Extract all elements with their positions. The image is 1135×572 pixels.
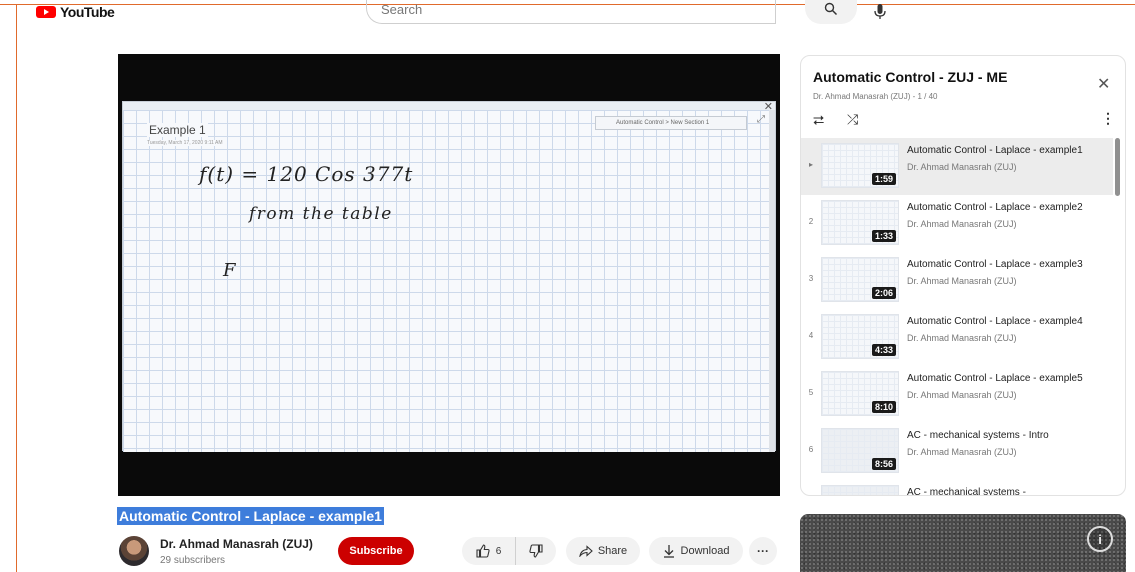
playlist-item-text: Automatic Control - Laplace - example1 D…	[907, 143, 1103, 175]
close-icon: ✕	[763, 101, 773, 113]
window-border-left	[16, 4, 17, 572]
subscriber-count: 29 subscribers	[160, 555, 226, 566]
ad-thumbnail[interactable]	[800, 514, 1126, 572]
video-player[interactable]: ✕ Example 1 Tuesday, March 17, 2020 9:11…	[118, 54, 780, 496]
playlist-panel: Automatic Control - ZUJ - ME Dr. Ahmad M…	[800, 55, 1126, 496]
youtube-page: YouTube Search ✕ Example 1 Tuesday, Marc…	[0, 0, 1135, 572]
playlist-item-channel: Dr. Ahmad Manasrah (ZUJ)	[907, 390, 1017, 400]
playlist-item-title: Automatic Control - Laplace - example5	[907, 373, 1083, 384]
like-dislike-group: 6	[462, 537, 556, 565]
loop-icon[interactable]: ⮂	[813, 112, 824, 129]
playlist-item-title: Automatic Control - Laplace - example2	[907, 202, 1083, 213]
playlist-index: 3	[808, 274, 814, 283]
playlist-item-channel: Dr. Ahmad Manasrah (ZUJ)	[907, 162, 1017, 172]
more-vert-icon[interactable]: ⋮	[1101, 110, 1115, 127]
playlist-item-title: Automatic Control - Laplace - example4	[907, 316, 1083, 327]
playlist-item-text: Automatic Control - Laplace - example3 D…	[907, 257, 1103, 289]
playlist-scrollbar[interactable]	[1115, 138, 1120, 196]
channel-name[interactable]: Dr. Ahmad Manasrah (ZUJ)	[160, 537, 313, 551]
duration-badge: 2:06	[871, 287, 896, 299]
note-date: Tuesday, March 17, 2020 9:11 AM	[147, 140, 223, 146]
handwriting-note: from the table	[249, 204, 393, 224]
playlist-item-channel: Dr. Ahmad Manasrah (ZUJ)	[907, 333, 1017, 343]
playlist-index: ▸	[808, 160, 813, 169]
info-icon[interactable]: i	[1087, 526, 1113, 552]
playlist-item-title: AC - mechanical systems -	[907, 487, 1026, 496]
thumb-down-icon	[529, 544, 543, 558]
more-actions-button[interactable]: ···	[749, 537, 777, 565]
dislike-button[interactable]	[516, 537, 556, 565]
duration-badge: 1:33	[871, 230, 896, 242]
playlist-item-channel: Dr. Ahmad Manasrah (ZUJ)	[907, 219, 1017, 229]
mic-icon	[874, 4, 886, 19]
download-button[interactable]: Download	[649, 537, 743, 565]
playlist-item-text: Automatic Control - Laplace - example4 D…	[907, 314, 1103, 346]
playlist-item-channel: Dr. Ahmad Manasrah (ZUJ)	[907, 447, 1017, 457]
playlist-item-channel: Dr. Ahmad Manasrah (ZUJ)	[907, 276, 1017, 286]
logo-text: YouTube	[60, 4, 115, 20]
search-icon	[824, 2, 838, 16]
video-thumbnail: 1:33	[821, 200, 899, 245]
playlist-item[interactable]: 3 2:06 Automatic Control - Laplace - exa…	[801, 252, 1113, 309]
playlist-index: 6	[808, 445, 814, 454]
playlist-item[interactable]: ▸ 1:59 Automatic Control - Laplace - exa…	[801, 138, 1113, 195]
note-scrollbar	[769, 110, 775, 452]
subscribe-button[interactable]: Subscribe	[338, 537, 414, 565]
playlist-item[interactable]: AC - mechanical systems -	[801, 480, 1113, 496]
playlist-item-title: Automatic Control - Laplace - example3	[907, 259, 1083, 270]
playlist-subtitle: Dr. Ahmad Manasrah (ZUJ) - 1 / 40	[813, 92, 938, 101]
playlist-item[interactable]: 6 8:56 AC - mechanical systems - Intro D…	[801, 423, 1113, 480]
download-label: Download	[680, 545, 730, 557]
playlist-item[interactable]: 5 8:10 Automatic Control - Laplace - exa…	[801, 366, 1113, 423]
video-thumbnail: 8:56	[821, 428, 899, 473]
playlist-item-text: AC - mechanical systems -	[907, 485, 1103, 496]
playlist-item-title: Automatic Control - Laplace - example1	[907, 145, 1083, 156]
playlist-item-title: AC - mechanical systems - Intro	[907, 430, 1049, 441]
search-input[interactable]: Search	[366, 0, 776, 24]
note-title: Example 1	[147, 123, 208, 137]
expand-icon: ⤢	[757, 114, 765, 125]
onenote-window: ✕ Example 1 Tuesday, March 17, 2020 9:11…	[122, 101, 776, 452]
video-thumbnail: 2:06	[821, 257, 899, 302]
playlist-index: 2	[808, 217, 814, 226]
close-icon[interactable]: ✕	[1097, 74, 1110, 94]
handwriting-equation: f(t) = 120 Cos 377t	[199, 162, 414, 186]
handwriting-symbol: F	[223, 260, 236, 281]
section-selector: Automatic Control > New Section 1	[595, 116, 747, 130]
youtube-logo[interactable]: YouTube	[36, 4, 115, 20]
video-title: Automatic Control - Laplace - example1	[117, 507, 384, 525]
share-icon	[579, 545, 593, 557]
playlist-item[interactable]: 2 1:33 Automatic Control - Laplace - exa…	[801, 195, 1113, 252]
like-count: 6	[495, 545, 502, 557]
playlist-item-text: Automatic Control - Laplace - example5 D…	[907, 371, 1103, 403]
playlist-index: 5	[808, 388, 814, 397]
search-button[interactable]	[805, 0, 857, 24]
duration-badge: 8:56	[871, 458, 896, 470]
thumb-up-icon	[476, 544, 490, 558]
playlist-item-text: AC - mechanical systems - Intro Dr. Ahma…	[907, 428, 1103, 460]
playlist-item-text: Automatic Control - Laplace - example2 D…	[907, 200, 1103, 232]
video-thumbnail	[821, 485, 899, 495]
playlist-title[interactable]: Automatic Control - ZUJ - ME	[813, 69, 1007, 85]
duration-badge: 8:10	[871, 401, 896, 413]
share-button[interactable]: Share	[566, 537, 640, 565]
video-thumbnail: 1:59	[821, 143, 899, 188]
youtube-play-icon	[36, 6, 56, 18]
playlist-item[interactable]: 4 4:33 Automatic Control - Laplace - exa…	[801, 309, 1113, 366]
video-thumbnail: 4:33	[821, 314, 899, 359]
voice-search-button[interactable]	[866, 0, 894, 24]
channel-avatar[interactable]	[119, 536, 149, 566]
shuffle-icon[interactable]: ⤮	[847, 111, 858, 128]
share-label: Share	[597, 545, 628, 557]
download-icon	[663, 544, 674, 558]
like-button[interactable]: 6	[462, 537, 516, 565]
more-horiz-icon: ···	[757, 544, 769, 558]
duration-badge: 4:33	[871, 344, 896, 356]
playlist-index: 4	[808, 331, 814, 340]
video-thumbnail: 8:10	[821, 371, 899, 416]
duration-badge: 1:59	[871, 173, 896, 185]
